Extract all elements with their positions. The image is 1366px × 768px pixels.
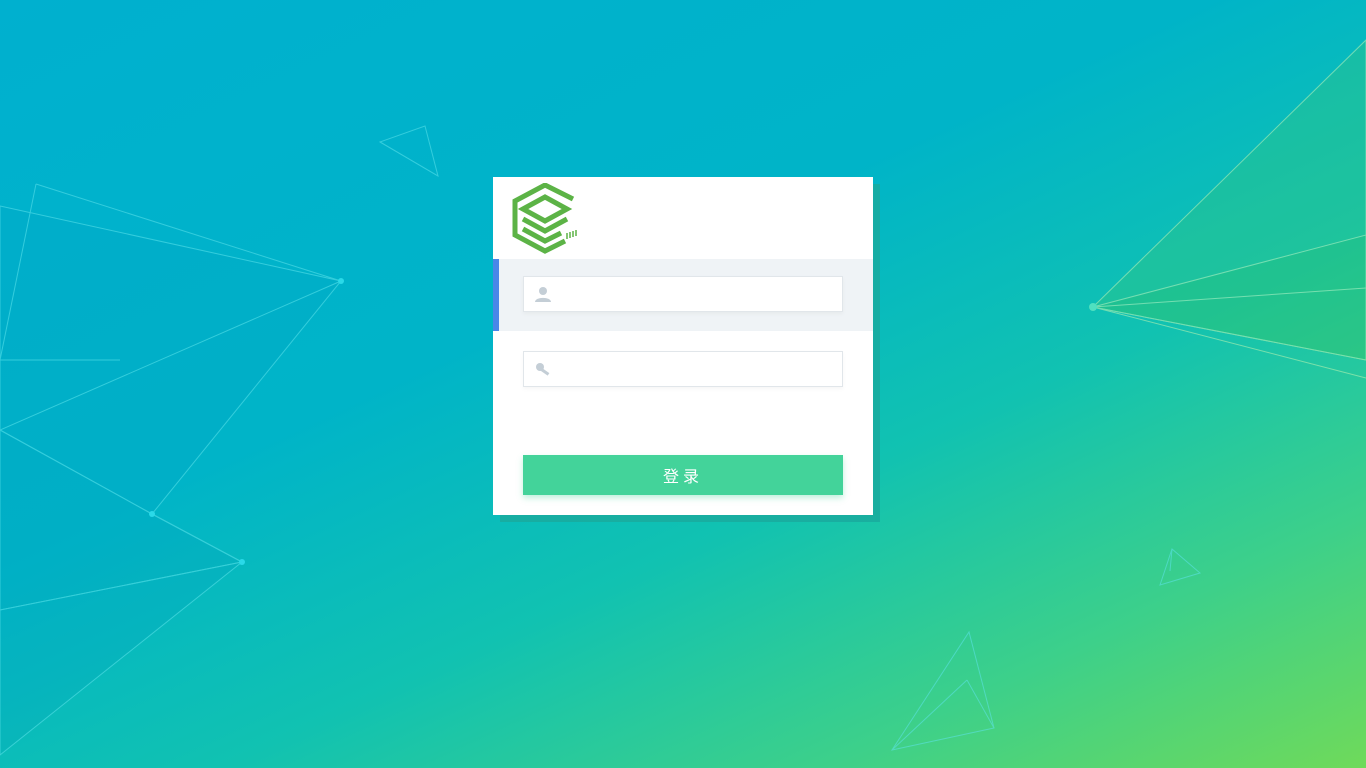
password-row: [493, 334, 873, 406]
key-icon: [536, 363, 550, 376]
stacked-layers-logo-icon: [512, 183, 577, 254]
login-button[interactable]: 登录: [523, 455, 843, 495]
login-card: 登录: [493, 177, 873, 515]
password-field-box[interactable]: [523, 351, 843, 387]
user-icon: [535, 287, 551, 302]
username-input[interactable]: [560, 277, 834, 311]
username-row: [493, 259, 873, 331]
active-field-indicator: [493, 259, 499, 331]
password-input[interactable]: [560, 352, 834, 386]
login-card-header: [493, 177, 873, 259]
login-page: 登录: [0, 0, 1366, 768]
username-field-box[interactable]: [523, 276, 843, 312]
